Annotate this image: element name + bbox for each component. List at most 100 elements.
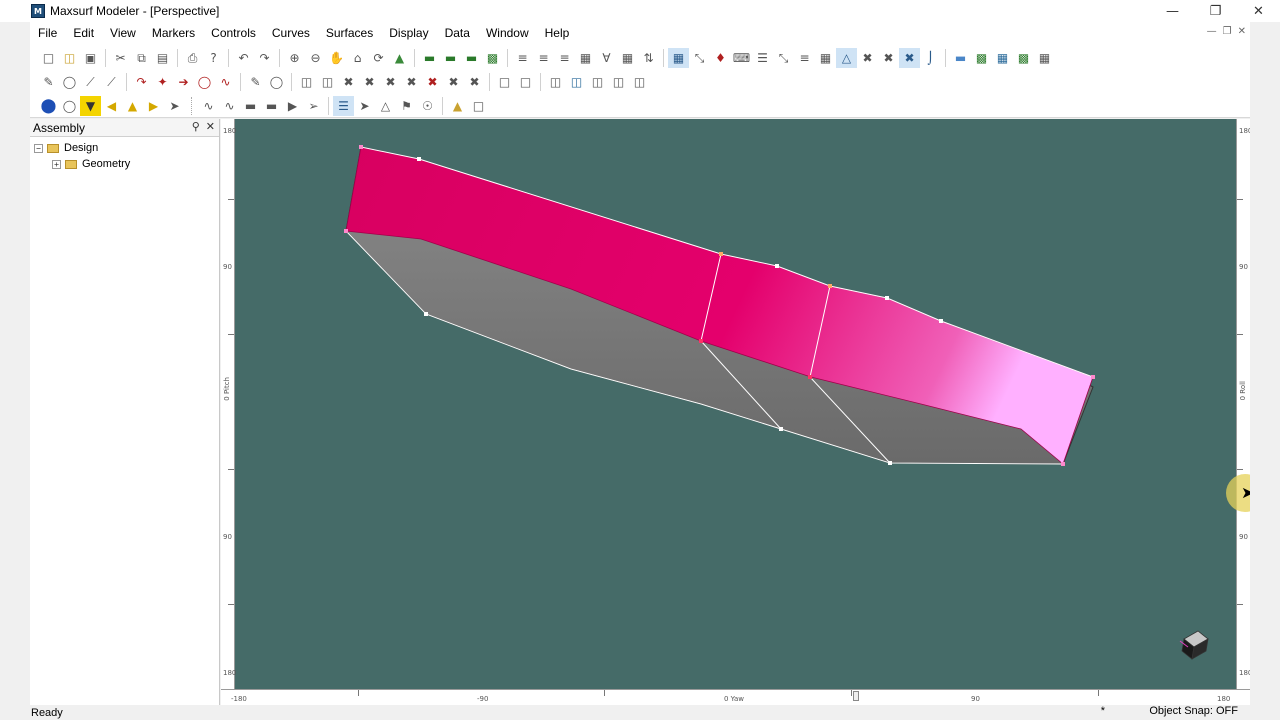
- measure-icon[interactable]: ⌨: [731, 48, 752, 68]
- snap-icon[interactable]: ✖: [878, 48, 899, 68]
- sphere-blue-icon[interactable]: ⬤: [38, 96, 59, 116]
- plan-icon[interactable]: ▦: [575, 48, 596, 68]
- dimensions-icon[interactable]: ➢: [303, 96, 324, 116]
- menu-window[interactable]: Window: [478, 22, 537, 44]
- mdi-close-icon[interactable]: ✕: [1238, 26, 1246, 37]
- object-snap-status[interactable]: Object Snap: OFF: [1149, 705, 1238, 717]
- buttock-icon[interactable]: ▬: [261, 96, 282, 116]
- hull-icon[interactable]: ∿: [198, 96, 219, 116]
- rotate-icon[interactable]: ⟳: [368, 48, 389, 68]
- toolbar-grip[interactable]: [191, 97, 194, 115]
- zoom-in-icon[interactable]: ⊕: [284, 48, 305, 68]
- table-icon[interactable]: ▦: [617, 48, 638, 68]
- pencil-icon[interactable]: ✎: [38, 72, 59, 92]
- new-file-icon[interactable]: □: [38, 48, 59, 68]
- surface-add-icon[interactable]: ◫: [545, 72, 566, 92]
- mirror-icon[interactable]: ⇅: [638, 48, 659, 68]
- surface-view-icon[interactable]: △: [375, 96, 396, 116]
- bezier-icon[interactable]: ⟋: [101, 72, 122, 92]
- surface-offset-icon[interactable]: ◫: [608, 72, 629, 92]
- profile-icon[interactable]: ≡: [554, 48, 575, 68]
- collapse-icon[interactable]: −: [34, 143, 43, 153]
- surface-split-icon[interactable]: ◫: [587, 72, 608, 92]
- frame-view-icon[interactable]: ☰: [333, 96, 354, 116]
- close-button[interactable]: ✕: [1237, 0, 1280, 22]
- menu-surfaces[interactable]: Surfaces: [318, 22, 381, 44]
- maxsurf-app-icon[interactable]: M: [31, 4, 45, 18]
- fair-icon[interactable]: ⤡: [773, 48, 794, 68]
- hull-model[interactable]: [221, 119, 1250, 689]
- layer-icon[interactable]: ▲: [389, 48, 410, 68]
- hook-icon[interactable]: ⌡: [920, 48, 941, 68]
- save-icon[interactable]: ▣: [80, 48, 101, 68]
- flag-icon[interactable]: ⚑: [396, 96, 417, 116]
- blend-icon[interactable]: ✖: [464, 72, 485, 92]
- curve-icon[interactable]: ↷: [131, 72, 152, 92]
- minimize-button[interactable]: —: [1151, 0, 1194, 22]
- wireframe-icon[interactable]: ▬: [461, 48, 482, 68]
- grid-icon[interactable]: ≡: [533, 48, 554, 68]
- menu-edit[interactable]: Edit: [65, 22, 102, 44]
- graph-icon[interactable]: ∀: [596, 48, 617, 68]
- link-icon[interactable]: ☉: [417, 96, 438, 116]
- copy-icon[interactable]: ⧉: [131, 48, 152, 68]
- zoom-out-icon[interactable]: ⊖: [305, 48, 326, 68]
- spline-icon[interactable]: ∿: [215, 72, 236, 92]
- shade-icon[interactable]: ▬: [440, 48, 461, 68]
- grid-display-icon[interactable]: ▦: [1034, 48, 1055, 68]
- help-icon[interactable]: ?: [203, 48, 224, 68]
- station-icon[interactable]: ▬: [240, 96, 261, 116]
- join-icon[interactable]: ◯: [266, 72, 287, 92]
- line-tool-icon[interactable]: ⟋: [80, 72, 101, 92]
- shaded-display-icon[interactable]: ▩: [971, 48, 992, 68]
- paste-icon[interactable]: ▤: [152, 48, 173, 68]
- print-icon[interactable]: ⎙: [182, 48, 203, 68]
- split-icon[interactable]: ✎: [245, 72, 266, 92]
- intersect-icon[interactable]: ✖: [899, 48, 920, 68]
- menu-curves[interactable]: Curves: [264, 22, 318, 44]
- expand-icon[interactable]: +: [52, 159, 61, 169]
- chine-icon[interactable]: ✖: [443, 72, 464, 92]
- perspective-viewport[interactable]: 180 90 0 Pitch 90 180 180 90 0 Roll 90 1…: [221, 119, 1250, 705]
- frame-icon[interactable]: □: [494, 72, 515, 92]
- circle-tool-icon[interactable]: ◯: [59, 72, 80, 92]
- arc-icon[interactable]: ➔: [173, 72, 194, 92]
- triangle-mesh-icon[interactable]: △: [836, 48, 857, 68]
- select-region-icon[interactable]: ▦: [668, 48, 689, 68]
- home-view-icon[interactable]: ⌂: [347, 48, 368, 68]
- yaw-slider-handle[interactable]: [853, 691, 859, 701]
- scale-icon[interactable]: ◫: [317, 72, 338, 92]
- contours-icon[interactable]: ▬: [950, 48, 971, 68]
- surface-trim-icon[interactable]: ◫: [629, 72, 650, 92]
- arrow-left-icon[interactable]: ◀: [101, 96, 122, 116]
- menu-view[interactable]: View: [102, 22, 144, 44]
- align-icon[interactable]: ✖: [338, 72, 359, 92]
- menu-help[interactable]: Help: [537, 22, 578, 44]
- arrow-view-icon[interactable]: ➤: [354, 96, 375, 116]
- warp-icon[interactable]: ☰: [752, 48, 773, 68]
- net-display-icon[interactable]: ▦: [992, 48, 1013, 68]
- shape-icon[interactable]: □: [468, 96, 489, 116]
- undo-icon[interactable]: ↶: [233, 48, 254, 68]
- marker-yellow-icon[interactable]: ▼: [80, 96, 101, 116]
- sphere-outline-icon[interactable]: ◯: [59, 96, 80, 116]
- menu-controls[interactable]: Controls: [203, 22, 264, 44]
- redo-icon[interactable]: ↷: [254, 48, 275, 68]
- cut-icon[interactable]: ✂: [110, 48, 131, 68]
- arrow-up-icon[interactable]: ▲: [122, 96, 143, 116]
- pin-icon[interactable]: ⚲: [192, 120, 200, 133]
- restore-button[interactable]: ❐: [1194, 0, 1237, 22]
- yaw-ruler[interactable]: -180 -90 0 Yaw 90 180: [221, 689, 1250, 705]
- pitch-ruler[interactable]: 180 90 0 Pitch 90 180: [221, 119, 236, 689]
- menu-data[interactable]: Data: [437, 22, 478, 44]
- select-tool-icon[interactable]: ➤: [164, 96, 185, 116]
- mdi-restore-icon[interactable]: ❐: [1223, 26, 1232, 37]
- section-icon[interactable]: ≡: [512, 48, 533, 68]
- crosshair-icon[interactable]: ✖: [857, 48, 878, 68]
- curvature-icon[interactable]: ▩: [1013, 48, 1034, 68]
- close-panel-icon[interactable]: ✕: [206, 120, 215, 133]
- waterline-icon[interactable]: ∿: [219, 96, 240, 116]
- diagonal-icon[interactable]: ⤡: [689, 48, 710, 68]
- marker-red-icon[interactable]: ♦: [710, 48, 731, 68]
- open-folder-icon[interactable]: ◫: [59, 48, 80, 68]
